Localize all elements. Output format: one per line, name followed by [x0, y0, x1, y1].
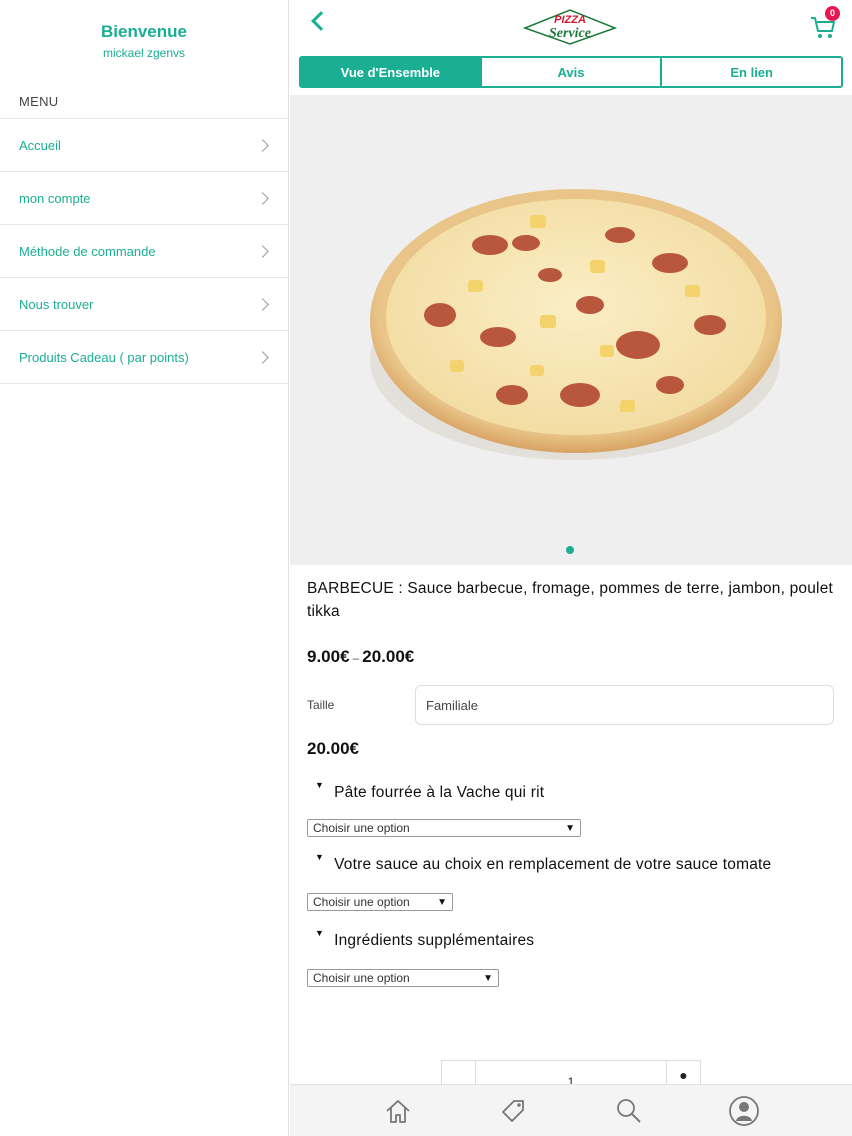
option-select-pate[interactable]: Choisir une option ▼ [307, 819, 581, 837]
price-separator: – [352, 651, 360, 665]
size-row: Taille Familiale [307, 685, 837, 725]
dropdown-value: Choisir une option [313, 971, 410, 985]
product-page: PIZZA Service 0 Vue d'Ensemble Avis En l… [290, 0, 852, 1136]
nav-offers-button[interactable] [493, 1091, 533, 1131]
product-description: BARBECUE : Sauce barbecue, fromage, pomm… [307, 580, 834, 620]
tab-vue-ensemble[interactable]: Vue d'Ensemble [301, 58, 482, 86]
price-min: 9.00€ [307, 647, 350, 666]
price-max: 20.00€ [362, 647, 415, 666]
profile-icon [729, 1095, 760, 1126]
logo-bottom-text: Service [549, 26, 591, 41]
tag-icon [502, 1099, 525, 1122]
chevron-right-icon [256, 191, 269, 205]
option-title: Votre sauce au choix en remplacement de … [334, 856, 772, 873]
dropdown-arrow-icon: ▼ [483, 972, 493, 984]
dropdown-arrow-icon: ▼ [565, 822, 575, 834]
menu-item-label: Produits Cadeau ( par points) [19, 349, 189, 365]
product-image-carousel[interactable] [290, 95, 852, 565]
option-group-ingredients: ▼ Ingrédients supplémentaires Choisir une… [307, 928, 837, 987]
menu-label: MENU [19, 94, 59, 109]
menu-item-accueil[interactable]: Accueil [0, 119, 288, 172]
triangle-down-icon: ▼ [315, 852, 325, 862]
pizza-image [370, 189, 782, 460]
chevron-right-icon [256, 350, 269, 364]
nav-search-button[interactable] [609, 1091, 649, 1131]
user-name: mickael zgenvs [102, 46, 186, 60]
menu-item-label: Méthode de commande [19, 243, 156, 259]
welcome-title: Bienvenue [101, 22, 187, 41]
triangle-down-icon: ▼ [315, 928, 325, 938]
option-title: Ingrédients supplémentaires [334, 932, 535, 949]
triangle-down-icon: ▼ [315, 780, 325, 790]
product-price: 20.00€ [307, 739, 359, 758]
price-range: 9.00€ –20.00€ [307, 647, 837, 667]
chevron-right-icon [256, 244, 269, 258]
search-icon [616, 1098, 641, 1123]
menu-item-methode-commande[interactable]: Méthode de commande [0, 225, 288, 278]
dropdown-value: Choisir une option [313, 821, 410, 835]
size-select[interactable]: Familiale [415, 685, 834, 725]
cart-button[interactable]: 0 [808, 6, 840, 42]
tab-en-lien[interactable]: En lien [662, 58, 841, 86]
menu-item-label: Nous trouver [19, 296, 94, 312]
logo-top-text: PIZZA [554, 14, 586, 26]
chevron-right-icon [256, 138, 269, 152]
bottom-navigation [290, 1084, 852, 1136]
side-menu: Bienvenue mickael zgenvs MENU Accueil mo… [0, 0, 289, 1136]
home-icon [386, 1099, 410, 1123]
chevron-left-icon[interactable] [311, 11, 331, 31]
option-group-sauce: ▼ Votre sauce au choix en remplacement de… [307, 852, 837, 911]
menu-item-nous-trouver[interactable]: Nous trouver [0, 278, 288, 331]
tab-avis[interactable]: Avis [481, 58, 663, 86]
cart-count-badge: 0 [825, 6, 840, 21]
product-details: BARBECUE : Sauce barbecue, fromage, pomm… [307, 577, 837, 987]
nav-home-button[interactable] [378, 1091, 418, 1131]
dropdown-value: Choisir une option [313, 895, 410, 909]
option-select-sauce[interactable]: Choisir une option ▼ [307, 893, 453, 911]
menu-item-label: mon compte [19, 190, 91, 206]
carousel-indicator[interactable] [566, 546, 574, 554]
pizza-service-logo: PIZZA Service [523, 9, 617, 45]
chevron-right-icon [256, 297, 269, 311]
option-title: Pâte fourrée à la Vache qui rit [334, 784, 545, 801]
menu-item-produits-cadeau[interactable]: Produits Cadeau ( par points) [0, 331, 288, 384]
welcome-block: Bienvenue mickael zgenvs [0, 0, 288, 60]
dropdown-arrow-icon: ▼ [437, 896, 447, 908]
top-bar: PIZZA Service 0 [290, 0, 852, 52]
menu-item-label: Accueil [19, 137, 61, 153]
size-label: Taille [307, 698, 335, 712]
product-tabs: Vue d'Ensemble Avis En lien [299, 56, 843, 88]
option-group-pate: ▼ Pâte fourrée à la Vache qui rit Choisir… [307, 780, 837, 837]
nav-profile-button[interactable] [724, 1091, 764, 1131]
menu-list: Accueil mon compte Méthode de commande N… [0, 118, 288, 384]
option-select-ingredients[interactable]: Choisir une option ▼ [307, 969, 499, 987]
menu-item-mon-compte[interactable]: mon compte [0, 172, 288, 225]
